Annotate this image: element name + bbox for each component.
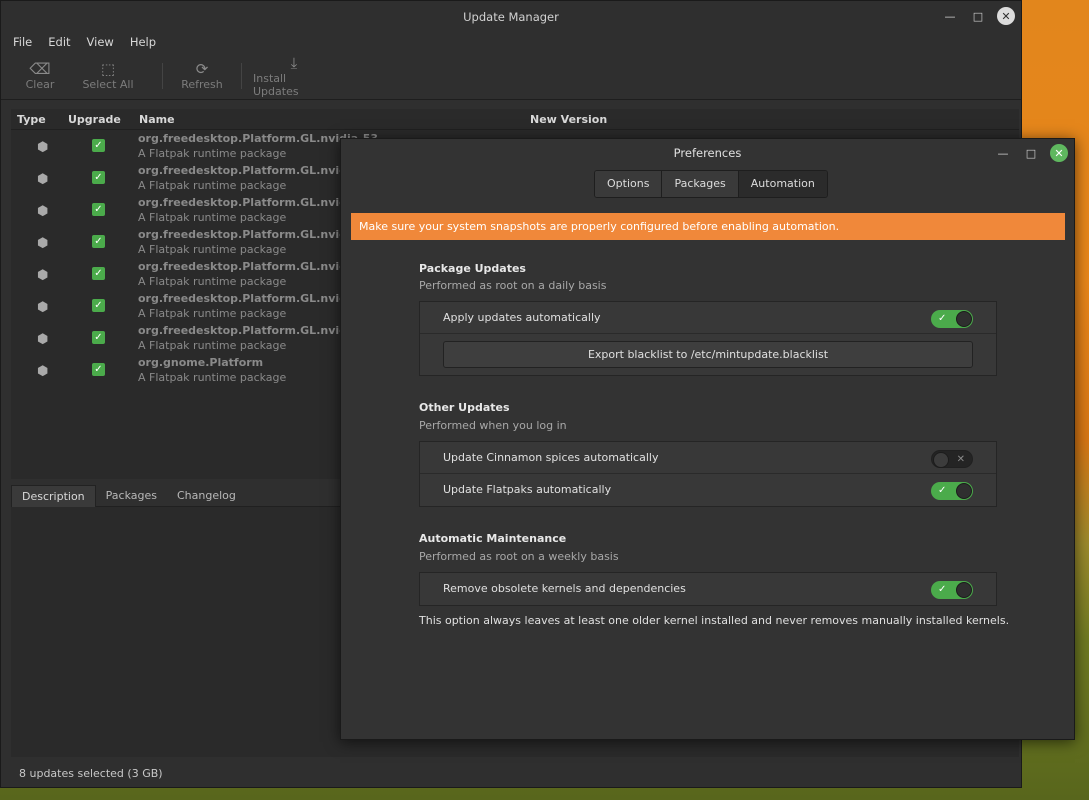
refresh-icon: ⟳ xyxy=(195,60,209,78)
package-icon: ⬢ xyxy=(37,268,49,283)
preferences-title: Preferences xyxy=(673,146,742,160)
cinnamon-spices-row: Update Cinnamon spices automatically ✕ xyxy=(420,442,996,474)
package-icon: ⬢ xyxy=(37,332,49,347)
download-icon: ⤓ xyxy=(290,53,298,72)
check-icon: ✓ xyxy=(938,584,947,595)
menu-help[interactable]: Help xyxy=(130,35,156,49)
upgrade-checkbox[interactable]: ✓ xyxy=(92,363,105,376)
column-upgrade[interactable]: Upgrade xyxy=(68,113,121,126)
toolbar-separator xyxy=(241,62,242,89)
menu-view[interactable]: View xyxy=(87,35,114,49)
toolbar-separator xyxy=(162,62,163,89)
upgrade-checkbox[interactable]: ✓ xyxy=(92,235,105,248)
install-updates-button[interactable]: ⤓ Install Updates xyxy=(253,52,335,100)
tab-packages[interactable]: Packages xyxy=(96,485,167,507)
section-title: Package Updates xyxy=(419,262,526,275)
preferences-window: Preferences — □ ✕ Options Packages Autom… xyxy=(340,138,1075,740)
toolbar: ⌫ Clear ⬚ Select All ⟳ Refresh ⤓ Install… xyxy=(1,52,1021,100)
list-header: Type Upgrade Name New Version xyxy=(11,109,1019,130)
maximize-icon[interactable]: □ xyxy=(969,7,987,25)
minimize-icon[interactable]: — xyxy=(941,7,959,25)
preferences-tabs: Options Packages Automation xyxy=(594,170,828,198)
tab-changelog[interactable]: Changelog xyxy=(167,485,246,507)
package-icon: ⬢ xyxy=(37,204,49,219)
upgrade-checkbox[interactable]: ✓ xyxy=(92,203,105,216)
close-icon[interactable]: ✕ xyxy=(997,7,1015,25)
clear-button[interactable]: ⌫ Clear xyxy=(15,52,65,100)
refresh-button[interactable]: ⟳ Refresh xyxy=(174,52,230,100)
export-blacklist-button[interactable]: Export blacklist to /etc/mintupdate.blac… xyxy=(443,341,973,368)
tab-options[interactable]: Options xyxy=(595,171,663,197)
column-type[interactable]: Type xyxy=(17,113,46,126)
window-title: Update Manager xyxy=(463,9,559,24)
column-name[interactable]: Name xyxy=(139,113,175,126)
tab-packages[interactable]: Packages xyxy=(662,171,739,197)
upgrade-checkbox[interactable]: ✓ xyxy=(92,299,105,312)
remove-kernels-switch[interactable]: ✓ xyxy=(931,581,973,599)
remove-kernels-row: Remove obsolete kernels and dependencies… xyxy=(420,573,996,605)
menu-edit[interactable]: Edit xyxy=(48,35,70,49)
tab-description[interactable]: Description xyxy=(11,485,96,507)
main-titlebar[interactable]: Update Manager — □ ✕ xyxy=(1,1,1021,32)
close-icon[interactable]: ✕ xyxy=(1050,144,1068,162)
package-icon: ⬢ xyxy=(37,172,49,187)
select-all-icon: ⬚ xyxy=(100,60,116,78)
section-title: Automatic Maintenance xyxy=(419,532,567,545)
package-icon: ⬢ xyxy=(37,236,49,251)
maintenance-note: This option always leaves at least one o… xyxy=(419,614,1010,627)
check-icon: ✓ xyxy=(938,485,947,496)
package-icon: ⬢ xyxy=(37,140,49,155)
menu-file[interactable]: File xyxy=(13,35,32,49)
upgrade-checkbox[interactable]: ✓ xyxy=(92,171,105,184)
x-icon: ✕ xyxy=(956,454,965,465)
select-all-button[interactable]: ⬚ Select All xyxy=(65,52,151,100)
cinnamon-spices-switch[interactable]: ✕ xyxy=(931,450,973,468)
package-updates-box: Apply updates automatically ✓ Export bla… xyxy=(419,301,997,376)
apply-updates-switch[interactable]: ✓ xyxy=(931,310,973,328)
other-updates-box: Update Cinnamon spices automatically ✕ U… xyxy=(419,441,997,507)
package-icon: ⬢ xyxy=(37,364,49,379)
section-subtitle: Performed when you log in xyxy=(419,419,567,432)
preferences-titlebar[interactable]: Preferences — □ ✕ xyxy=(341,139,1074,167)
flatpaks-row: Update Flatpaks automatically ✓ xyxy=(420,474,996,506)
menubar: File Edit View Help xyxy=(1,32,1021,52)
upgrade-checkbox[interactable]: ✓ xyxy=(92,331,105,344)
section-title: Other Updates xyxy=(419,401,510,414)
tab-automation[interactable]: Automation xyxy=(738,171,827,197)
status-text: 8 updates selected (3 GB) xyxy=(19,767,163,780)
section-subtitle: Performed as root on a weekly basis xyxy=(419,550,619,563)
minimize-icon[interactable]: — xyxy=(994,144,1012,162)
maximize-icon[interactable]: □ xyxy=(1022,144,1040,162)
maintenance-box: Remove obsolete kernels and dependencies… xyxy=(419,572,997,606)
column-new-version[interactable]: New Version xyxy=(530,113,607,126)
flatpaks-switch[interactable]: ✓ xyxy=(931,482,973,500)
package-icon: ⬢ xyxy=(37,300,49,315)
backspace-icon: ⌫ xyxy=(29,60,51,78)
check-icon: ✓ xyxy=(938,313,947,324)
section-subtitle: Performed as root on a daily basis xyxy=(419,279,607,292)
warning-infobar: Make sure your system snapshots are prop… xyxy=(351,213,1065,240)
apply-updates-row: Apply updates automatically ✓ xyxy=(420,302,996,334)
upgrade-checkbox[interactable]: ✓ xyxy=(92,267,105,280)
upgrade-checkbox[interactable]: ✓ xyxy=(92,139,105,152)
